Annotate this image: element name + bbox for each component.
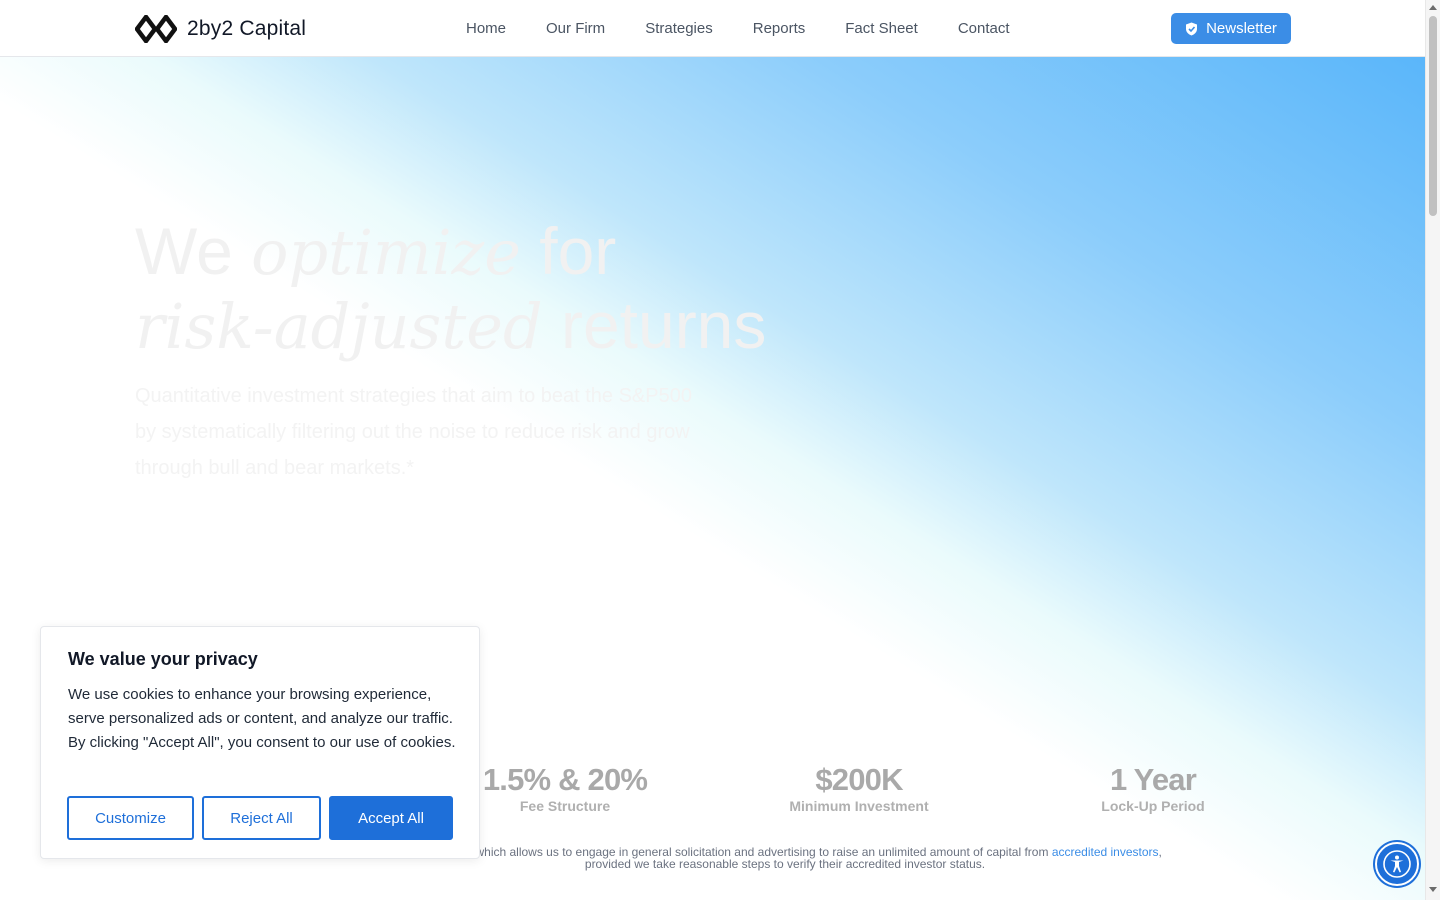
scrollbar-thumb[interactable] (1429, 16, 1437, 216)
shield-check-icon (1186, 22, 1198, 35)
stat-label: Minimum Investment (789, 798, 929, 814)
nav-home[interactable]: Home (466, 20, 506, 37)
hero-title-text: returns (542, 288, 767, 362)
cookie-reject-all-button[interactable]: Reject All (202, 796, 321, 840)
stat-value: 1 Year (1109, 762, 1197, 797)
newsletter-label: Newsletter (1206, 20, 1277, 37)
cookie-customize-button[interactable]: Customize (67, 796, 194, 840)
hero-title-italic: optimize (251, 216, 521, 289)
hero-title-italic: risk-adjusted (135, 290, 543, 363)
site-header: 2by2 Capital Home Our Firm Strategies Re… (0, 0, 1425, 57)
page-scrollbar[interactable] (1425, 0, 1440, 900)
hero-title: We optimize for risk-adjusted returns (135, 215, 835, 363)
accessibility-button[interactable] (1375, 842, 1419, 886)
nav-strategies[interactable]: Strategies (645, 20, 713, 37)
accredited-investors-link[interactable]: accredited investors (1052, 845, 1159, 859)
cookie-consent-banner: We value your privacy We use cookies to … (40, 626, 480, 859)
hero-title-text: We (135, 214, 252, 288)
stat-label: Lock-Up Period (1101, 798, 1205, 814)
scroll-down-arrow-icon[interactable] (1429, 887, 1437, 892)
disclaimer-text: , (1158, 845, 1162, 859)
cookie-body: We use cookies to enhance your browsing … (68, 686, 456, 751)
hero-subtitle: Quantitative investment strategies that … (135, 385, 692, 479)
nav-contact[interactable]: Contact (958, 20, 1010, 37)
accessibility-person-icon (1383, 850, 1411, 878)
brand-logo[interactable]: 2by2 Capital (135, 14, 306, 44)
stat-lock-up-period: 1 Year Lock-Up Period (1023, 762, 1283, 814)
stat-value: $200K (815, 762, 903, 797)
stat-minimum-investment: $200K Minimum Investment (729, 762, 989, 814)
cookie-accept-all-button[interactable]: Accept All (329, 796, 453, 840)
brand-name: 2by2 Capital (187, 17, 307, 40)
nav-our-firm[interactable]: Our Firm (546, 20, 605, 37)
scroll-up-arrow-icon[interactable] (1429, 5, 1437, 10)
cookie-title: We value your privacy (68, 649, 258, 669)
newsletter-button[interactable]: Newsletter (1171, 13, 1291, 44)
nav-reports[interactable]: Reports (753, 20, 806, 37)
hero-title-text: for (520, 214, 617, 288)
nav-fact-sheet[interactable]: Fact Sheet (845, 20, 918, 37)
disclaimer-text: provided we take reasonable steps to ver… (584, 857, 986, 871)
double-diamond-logo-icon (135, 15, 177, 43)
main-nav: Home Our Firm Strategies Reports Fact Sh… (466, 0, 1010, 57)
